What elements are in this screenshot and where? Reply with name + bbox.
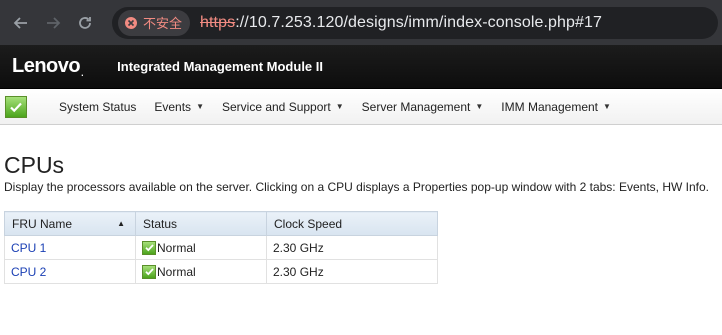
column-header-clock-speed[interactable]: Clock Speed bbox=[266, 211, 438, 236]
chevron-down-icon: ▼ bbox=[196, 102, 204, 111]
cpu-table: FRU Name ▲ Status Clock Speed CPU 1 Norma… bbox=[4, 211, 438, 284]
browser-toolbar: 不安全 https://10.7.253.120/designs/imm/ind… bbox=[0, 0, 722, 45]
cpu-link[interactable]: CPU 2 bbox=[11, 265, 46, 279]
sort-ascending-icon[interactable]: ▲ bbox=[117, 219, 125, 228]
system-ok-icon[interactable] bbox=[5, 95, 27, 118]
table-row: CPU 1 Normal 2.30 GHz bbox=[4, 235, 438, 260]
fru-name-cell: CPU 1 bbox=[4, 235, 136, 260]
url-path: ://10.7.253.120/designs/imm/index-consol… bbox=[235, 13, 603, 31]
url-scheme: https bbox=[200, 13, 236, 31]
column-header-fru-name[interactable]: FRU Name ▲ bbox=[4, 211, 136, 236]
menu-label: Server Management bbox=[361, 99, 471, 114]
menu-service-and-support[interactable]: Service and Support ▼ bbox=[222, 100, 344, 114]
cpu-link[interactable]: CPU 1 bbox=[11, 241, 46, 255]
table-row: CPU 2 Normal 2.30 GHz bbox=[4, 259, 438, 284]
chevron-down-icon: ▼ bbox=[475, 102, 484, 111]
menu-label: Service and Support bbox=[221, 99, 331, 114]
chevron-down-icon: ▼ bbox=[335, 102, 344, 111]
product-title: Integrated Management Module II bbox=[117, 59, 323, 74]
header-label: FRU Name bbox=[12, 216, 73, 231]
check-icon bbox=[142, 240, 156, 255]
status-text: Normal bbox=[157, 240, 196, 255]
column-header-status[interactable]: Status bbox=[135, 211, 267, 236]
page-description: Display the processors available on the … bbox=[4, 180, 709, 194]
clock-speed-cell: 2.30 GHz bbox=[266, 259, 438, 284]
menu-server-management[interactable]: Server Management ▼ bbox=[362, 100, 484, 114]
menu-label: IMM Management bbox=[501, 99, 598, 114]
main-content: CPUs Display the processors available on… bbox=[0, 152, 722, 284]
status-cell: Normal bbox=[135, 235, 267, 260]
header-label: Status bbox=[143, 216, 178, 231]
warning-icon bbox=[125, 16, 137, 29]
menu-events[interactable]: Events ▼ bbox=[154, 100, 204, 114]
lenovo-logo: Lenovo. bbox=[12, 55, 84, 78]
menu-imm-management[interactable]: IMM Management ▼ bbox=[501, 100, 611, 114]
security-indicator[interactable]: 不安全 bbox=[118, 9, 191, 36]
insecure-label: 不安全 bbox=[143, 16, 183, 31]
clock-speed-cell: 2.30 GHz bbox=[266, 235, 438, 260]
chevron-down-icon: ▼ bbox=[603, 102, 611, 111]
logo-text: Lenovo bbox=[12, 55, 81, 77]
menu-system-status[interactable]: System Status bbox=[59, 100, 136, 114]
url-text[interactable]: https://10.7.253.120/designs/imm/index-c… bbox=[200, 14, 602, 32]
page-title: CPUs bbox=[4, 152, 65, 178]
app-header: Lenovo. Integrated Management Module II bbox=[0, 45, 722, 89]
reload-icon[interactable] bbox=[72, 10, 98, 36]
main-menu: System Status Events ▼ Service and Suppor… bbox=[0, 89, 722, 125]
address-bar[interactable]: 不安全 https://10.7.253.120/designs/imm/ind… bbox=[112, 6, 718, 39]
check-icon bbox=[142, 264, 156, 279]
header-label: Clock Speed bbox=[274, 216, 343, 231]
status-text: Normal bbox=[157, 264, 196, 279]
back-icon[interactable] bbox=[8, 10, 34, 36]
menu-label: Events bbox=[154, 99, 192, 114]
forward-icon[interactable] bbox=[40, 10, 66, 36]
menu-label: System Status bbox=[59, 99, 137, 114]
fru-name-cell: CPU 2 bbox=[4, 259, 136, 284]
status-cell: Normal bbox=[135, 259, 267, 284]
table-header-row: FRU Name ▲ Status Clock Speed bbox=[4, 211, 438, 236]
